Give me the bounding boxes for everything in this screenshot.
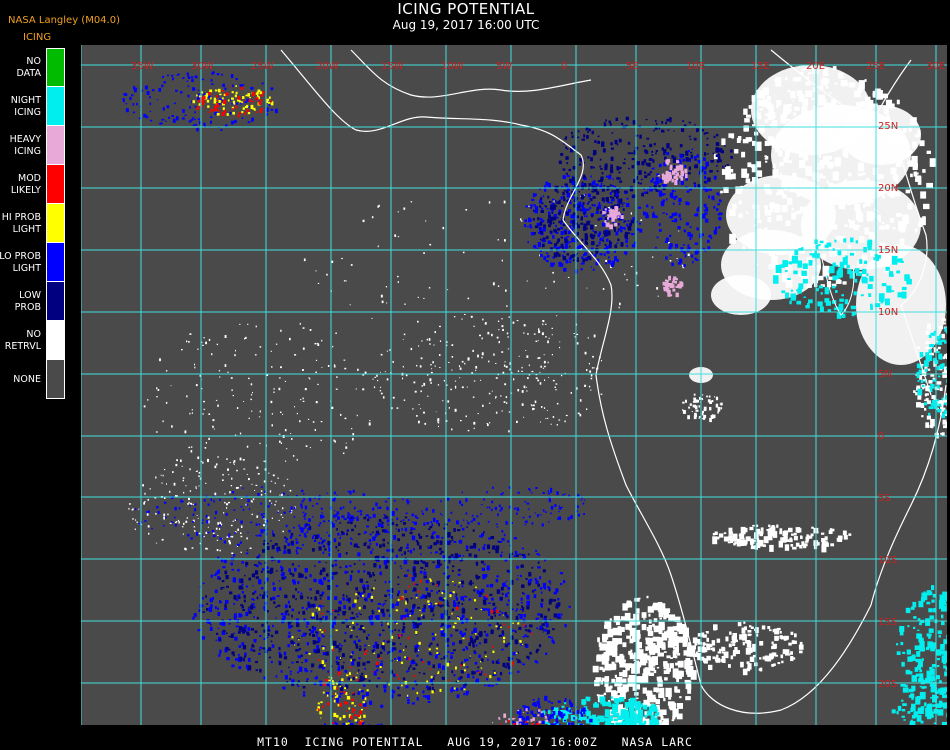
longitude-label: 5E (626, 61, 639, 72)
legend-swatch (46, 321, 65, 360)
longitude-label: 20E (806, 61, 825, 72)
latitude-label: 20N (878, 183, 898, 194)
latitude-label: 5S (878, 493, 891, 504)
product-label: ICING (23, 32, 52, 43)
legend-label: HI PROB LIGHT (1, 211, 41, 235)
legend-label: HEAVY ICING (9, 133, 41, 157)
longitude-label: 35W (131, 61, 154, 72)
legend-swatch (46, 360, 65, 399)
legend-label: LO PROB LIGHT (0, 250, 41, 274)
legend-item-none: NONE (0, 360, 65, 399)
legend-item-no-retrvl: NO RETRVL (0, 321, 65, 360)
longitude-label: 5W (496, 61, 512, 72)
longitude-label: 10W (441, 61, 464, 72)
ocean-speckle-north (303, 187, 690, 344)
latitude-label: 0 (878, 431, 884, 442)
latitude-label: 20S (878, 679, 897, 690)
longitude-label: 25W (251, 61, 274, 72)
map-canvas: 35W30W25W20W15W10W5W05E10E15E20E25E30E35… (81, 45, 947, 725)
icing-band-south (324, 720, 384, 725)
legend-item-low-prob: LOW PROB (0, 282, 65, 321)
longitude-label: 25E (866, 61, 885, 72)
longitude-label: 30W (191, 61, 214, 72)
heavy-icing-patch-3 (662, 275, 684, 298)
legend-label: LOW PROB (14, 289, 41, 313)
latitude-label: 10S (878, 555, 897, 566)
longitude-label: 0 (561, 61, 567, 72)
cloud-band-south-east (683, 621, 804, 676)
page-subtitle: Aug 19, 2017 16:00 UTC (392, 18, 540, 32)
longitude-label: 15W (381, 61, 404, 72)
legend-item-no-data: NO DATA (0, 48, 65, 87)
icing-scatter-mid (439, 486, 586, 527)
legend-swatch (46, 282, 65, 321)
latitude-label: 5N (878, 369, 892, 380)
provider-label: NASA Langley (M04.0) (8, 15, 120, 26)
cloud-patch (682, 393, 723, 423)
longitude-label: 30E (926, 61, 945, 72)
longitude-label: 15E (751, 61, 770, 72)
legend-swatch (46, 126, 65, 165)
night-icing-southeast-lower (891, 678, 947, 725)
legend-label: NO RETRVL (4, 328, 41, 352)
legend-label: NIGHT ICING (10, 94, 41, 118)
latitude-label: 25N (878, 121, 898, 132)
ocean-speckle-southwest (128, 456, 296, 555)
legend-swatch (46, 204, 65, 243)
legend-swatch (46, 243, 65, 282)
coastline-europe (350, 49, 592, 98)
footer-caption: MT10 ICING POTENTIAL AUG 19, 2017 16:00Z… (257, 735, 693, 749)
legend-swatch (46, 165, 65, 204)
legend-label: NO DATA (16, 55, 41, 79)
legend-item-night-icing: NIGHT ICING (0, 87, 65, 126)
legend-item-lo-prob-light: LO PROB LIGHT (0, 243, 65, 282)
cloud-mass (711, 275, 771, 315)
latitude-label: 10N (878, 307, 898, 318)
latitude-label: 15S (878, 617, 897, 628)
latitude-label: 15N (878, 245, 898, 256)
ocean-speckle-west (143, 322, 371, 475)
legend-label: NONE (13, 373, 41, 385)
legend-swatch (46, 87, 65, 126)
legend-label: MOD LIKELY (10, 172, 41, 196)
longitude-label: 20W (316, 61, 339, 72)
icing-map: 35W30W25W20W15W10W5W05E10E15E20E25E30E35… (81, 45, 947, 725)
longitude-label: 10E (686, 61, 705, 72)
legend-item-mod-likely: MOD LIKELY (0, 165, 65, 204)
legend-swatch (46, 48, 65, 87)
legend-item-heavy-icing: HEAVY ICING (0, 126, 65, 165)
page-title: ICING POTENTIAL (397, 0, 535, 18)
icing-very-low-southwest (202, 515, 561, 697)
cloud-streak-south (712, 524, 852, 553)
legend-item-hi-prob-light: HI PROB LIGHT (0, 204, 65, 243)
